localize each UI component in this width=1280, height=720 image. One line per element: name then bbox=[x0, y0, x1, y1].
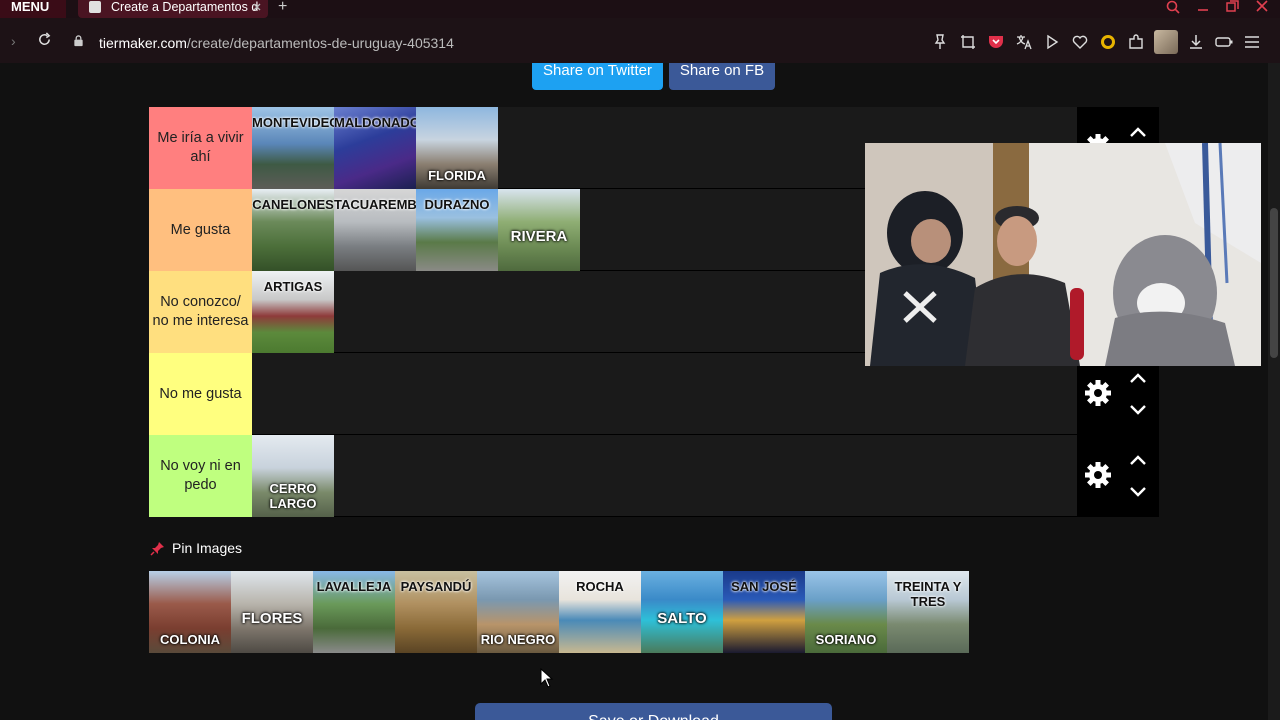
tile-label: CERRO LARGO bbox=[269, 481, 317, 511]
tier-image-tile[interactable]: TACUAREMBO bbox=[334, 189, 416, 271]
minimize-icon[interactable] bbox=[1196, 0, 1210, 14]
pocket-icon[interactable] bbox=[986, 32, 1006, 52]
translate-icon[interactable] bbox=[1014, 32, 1034, 52]
tier-label[interactable]: No conozco/ no me interesa bbox=[149, 271, 252, 353]
tier-image-tile[interactable]: DURAZNO bbox=[416, 189, 498, 271]
chevron-down-icon[interactable] bbox=[1128, 403, 1148, 417]
tier-items: ARTIGAS bbox=[252, 271, 334, 353]
tier-label[interactable]: No me gusta bbox=[149, 353, 252, 435]
new-tab-plus-icon[interactable]: + bbox=[278, 0, 287, 16]
battery-icon[interactable] bbox=[1214, 32, 1234, 52]
mouse-cursor-icon bbox=[540, 668, 554, 688]
tile-label: FLORES bbox=[241, 610, 303, 627]
tiermaker-favicon-icon bbox=[89, 1, 101, 13]
tier-label[interactable]: No voy ni en pedo bbox=[149, 435, 252, 517]
wallet-extension-icon[interactable] bbox=[1098, 32, 1118, 52]
tile-label: TREINTA Y TRES bbox=[894, 579, 962, 609]
pin-page-icon[interactable] bbox=[930, 32, 950, 52]
unranked-image-pool: COLONIA FLORES LAVALLEJA PAYSANDÚ RIO NEGRO R… bbox=[149, 571, 969, 653]
tab-close-icon[interactable] bbox=[250, 0, 264, 14]
tier-label[interactable]: Me iría a vivir ahí bbox=[149, 107, 252, 189]
share-facebook-button[interactable]: Share on FB bbox=[669, 63, 775, 90]
url-path: /create/departamentos-de-uruguay-405314 bbox=[186, 35, 454, 51]
reload-icon[interactable] bbox=[37, 32, 52, 47]
tier-image-tile[interactable]: ARTIGAS bbox=[252, 271, 334, 353]
tier-image-tile[interactable]: FLORIDA bbox=[416, 107, 498, 189]
webcam-overlay bbox=[865, 143, 1261, 366]
save-or-download-button[interactable]: Save or Download bbox=[475, 703, 832, 720]
chevron-up-icon[interactable] bbox=[1128, 453, 1148, 467]
gear-icon[interactable] bbox=[1083, 460, 1113, 490]
tile-label: SALTO bbox=[657, 610, 707, 627]
tile-label: TACUAREMBO bbox=[334, 197, 416, 212]
webcam-people-illustration bbox=[865, 143, 1261, 366]
hamburger-menu-icon[interactable] bbox=[1242, 32, 1262, 52]
tier-image-tile[interactable]: SORIANO bbox=[805, 571, 887, 653]
tile-label: ARTIGAS bbox=[263, 279, 323, 294]
tab-title: Create a Departamentos d bbox=[111, 0, 259, 14]
share-twitter-button[interactable]: Share on Twitter bbox=[532, 63, 663, 90]
tier-image-tile[interactable]: LAVALLEJA bbox=[313, 571, 395, 653]
tile-label: FLORIDA bbox=[428, 168, 486, 183]
browser-menu-button[interactable]: MENU bbox=[0, 0, 66, 18]
tier-row: No voy ni en pedo CERRO LARGO bbox=[149, 435, 1159, 517]
tier-image-tile[interactable]: TREINTA Y TRES bbox=[887, 571, 969, 653]
window-close-icon[interactable] bbox=[1255, 0, 1269, 14]
chevron-up-icon[interactable] bbox=[1128, 371, 1148, 385]
tile-label: COLONIA bbox=[160, 632, 220, 647]
profile-avatar[interactable] bbox=[1154, 30, 1178, 54]
tile-label: MALDONADO bbox=[334, 115, 416, 130]
tier-image-tile[interactable]: SALTO bbox=[641, 571, 723, 653]
browser-toolbar: › tiermaker.com/create/departamentos-de-… bbox=[0, 18, 1280, 63]
tile-label: CANELONES bbox=[252, 197, 334, 212]
tile-label: LAVALLEJA bbox=[316, 579, 392, 594]
tile-label: MONTEVIDEO bbox=[252, 115, 334, 130]
extension-toolbar bbox=[930, 30, 1262, 54]
download-icon[interactable] bbox=[1186, 32, 1206, 52]
extensions-puzzle-icon[interactable] bbox=[1126, 32, 1146, 52]
search-icon[interactable] bbox=[1166, 0, 1180, 14]
browser-tab-bar: MENU Create a Departamentos d + bbox=[0, 0, 1280, 18]
tier-image-tile[interactable]: RIVERA bbox=[498, 189, 580, 271]
chevron-down-icon[interactable] bbox=[1128, 485, 1148, 499]
tier-image-tile[interactable]: ROCHA bbox=[559, 571, 641, 653]
scrollbar-thumb[interactable] bbox=[1270, 208, 1278, 358]
url-host: tiermaker.com bbox=[99, 35, 187, 51]
tier-items: MONTEVIDEO MALDONADO FLORIDA bbox=[252, 107, 498, 189]
tile-label: RIVERA bbox=[510, 228, 568, 245]
pushpin-icon bbox=[150, 541, 164, 556]
tile-label: SAN JOSÉ bbox=[731, 579, 797, 594]
screenshot-icon[interactable] bbox=[958, 32, 978, 52]
gear-icon[interactable] bbox=[1083, 378, 1113, 408]
tier-controls bbox=[1077, 435, 1159, 517]
tier-image-tile[interactable]: CANELONES bbox=[252, 189, 334, 271]
tile-label: ROCHA bbox=[576, 579, 624, 594]
play-icon[interactable] bbox=[1042, 32, 1062, 52]
tier-items: CERRO LARGO bbox=[252, 435, 334, 517]
pin-images-toggle[interactable]: Pin Images bbox=[150, 540, 242, 556]
tier-image-tile[interactable]: MALDONADO bbox=[334, 107, 416, 189]
tier-label[interactable]: Me gusta bbox=[149, 189, 252, 271]
tier-image-tile[interactable]: COLONIA bbox=[149, 571, 231, 653]
tier-image-tile[interactable]: FLORES bbox=[231, 571, 313, 653]
tile-label: PAYSANDÚ bbox=[400, 579, 472, 594]
address-bar[interactable]: tiermaker.com/create/departamentos-de-ur… bbox=[99, 35, 454, 51]
heart-icon[interactable] bbox=[1070, 32, 1090, 52]
chevron-up-icon[interactable] bbox=[1128, 125, 1148, 139]
pin-images-label: Pin Images bbox=[172, 540, 243, 556]
tile-label: SORIANO bbox=[815, 632, 877, 647]
page-scrollbar[interactable] bbox=[1268, 63, 1280, 720]
tier-image-tile[interactable]: MONTEVIDEO bbox=[252, 107, 334, 189]
lock-icon[interactable] bbox=[72, 35, 85, 47]
tier-image-tile[interactable]: CERRO LARGO bbox=[252, 435, 334, 517]
restore-icon[interactable] bbox=[1225, 0, 1239, 14]
tier-items: CANELONESTACUAREMBO DURAZNO RIVERA bbox=[252, 189, 580, 271]
tile-label: RIO NEGRO bbox=[480, 632, 556, 647]
tile-label: DURAZNO bbox=[424, 197, 490, 212]
active-tab[interactable]: Create a Departamentos d bbox=[78, 0, 268, 18]
tier-image-tile[interactable]: SAN JOSÉ bbox=[723, 571, 805, 653]
tier-image-tile[interactable]: RIO NEGRO bbox=[477, 571, 559, 653]
forward-icon[interactable]: › bbox=[11, 33, 16, 49]
tier-image-tile[interactable]: PAYSANDÚ bbox=[395, 571, 477, 653]
